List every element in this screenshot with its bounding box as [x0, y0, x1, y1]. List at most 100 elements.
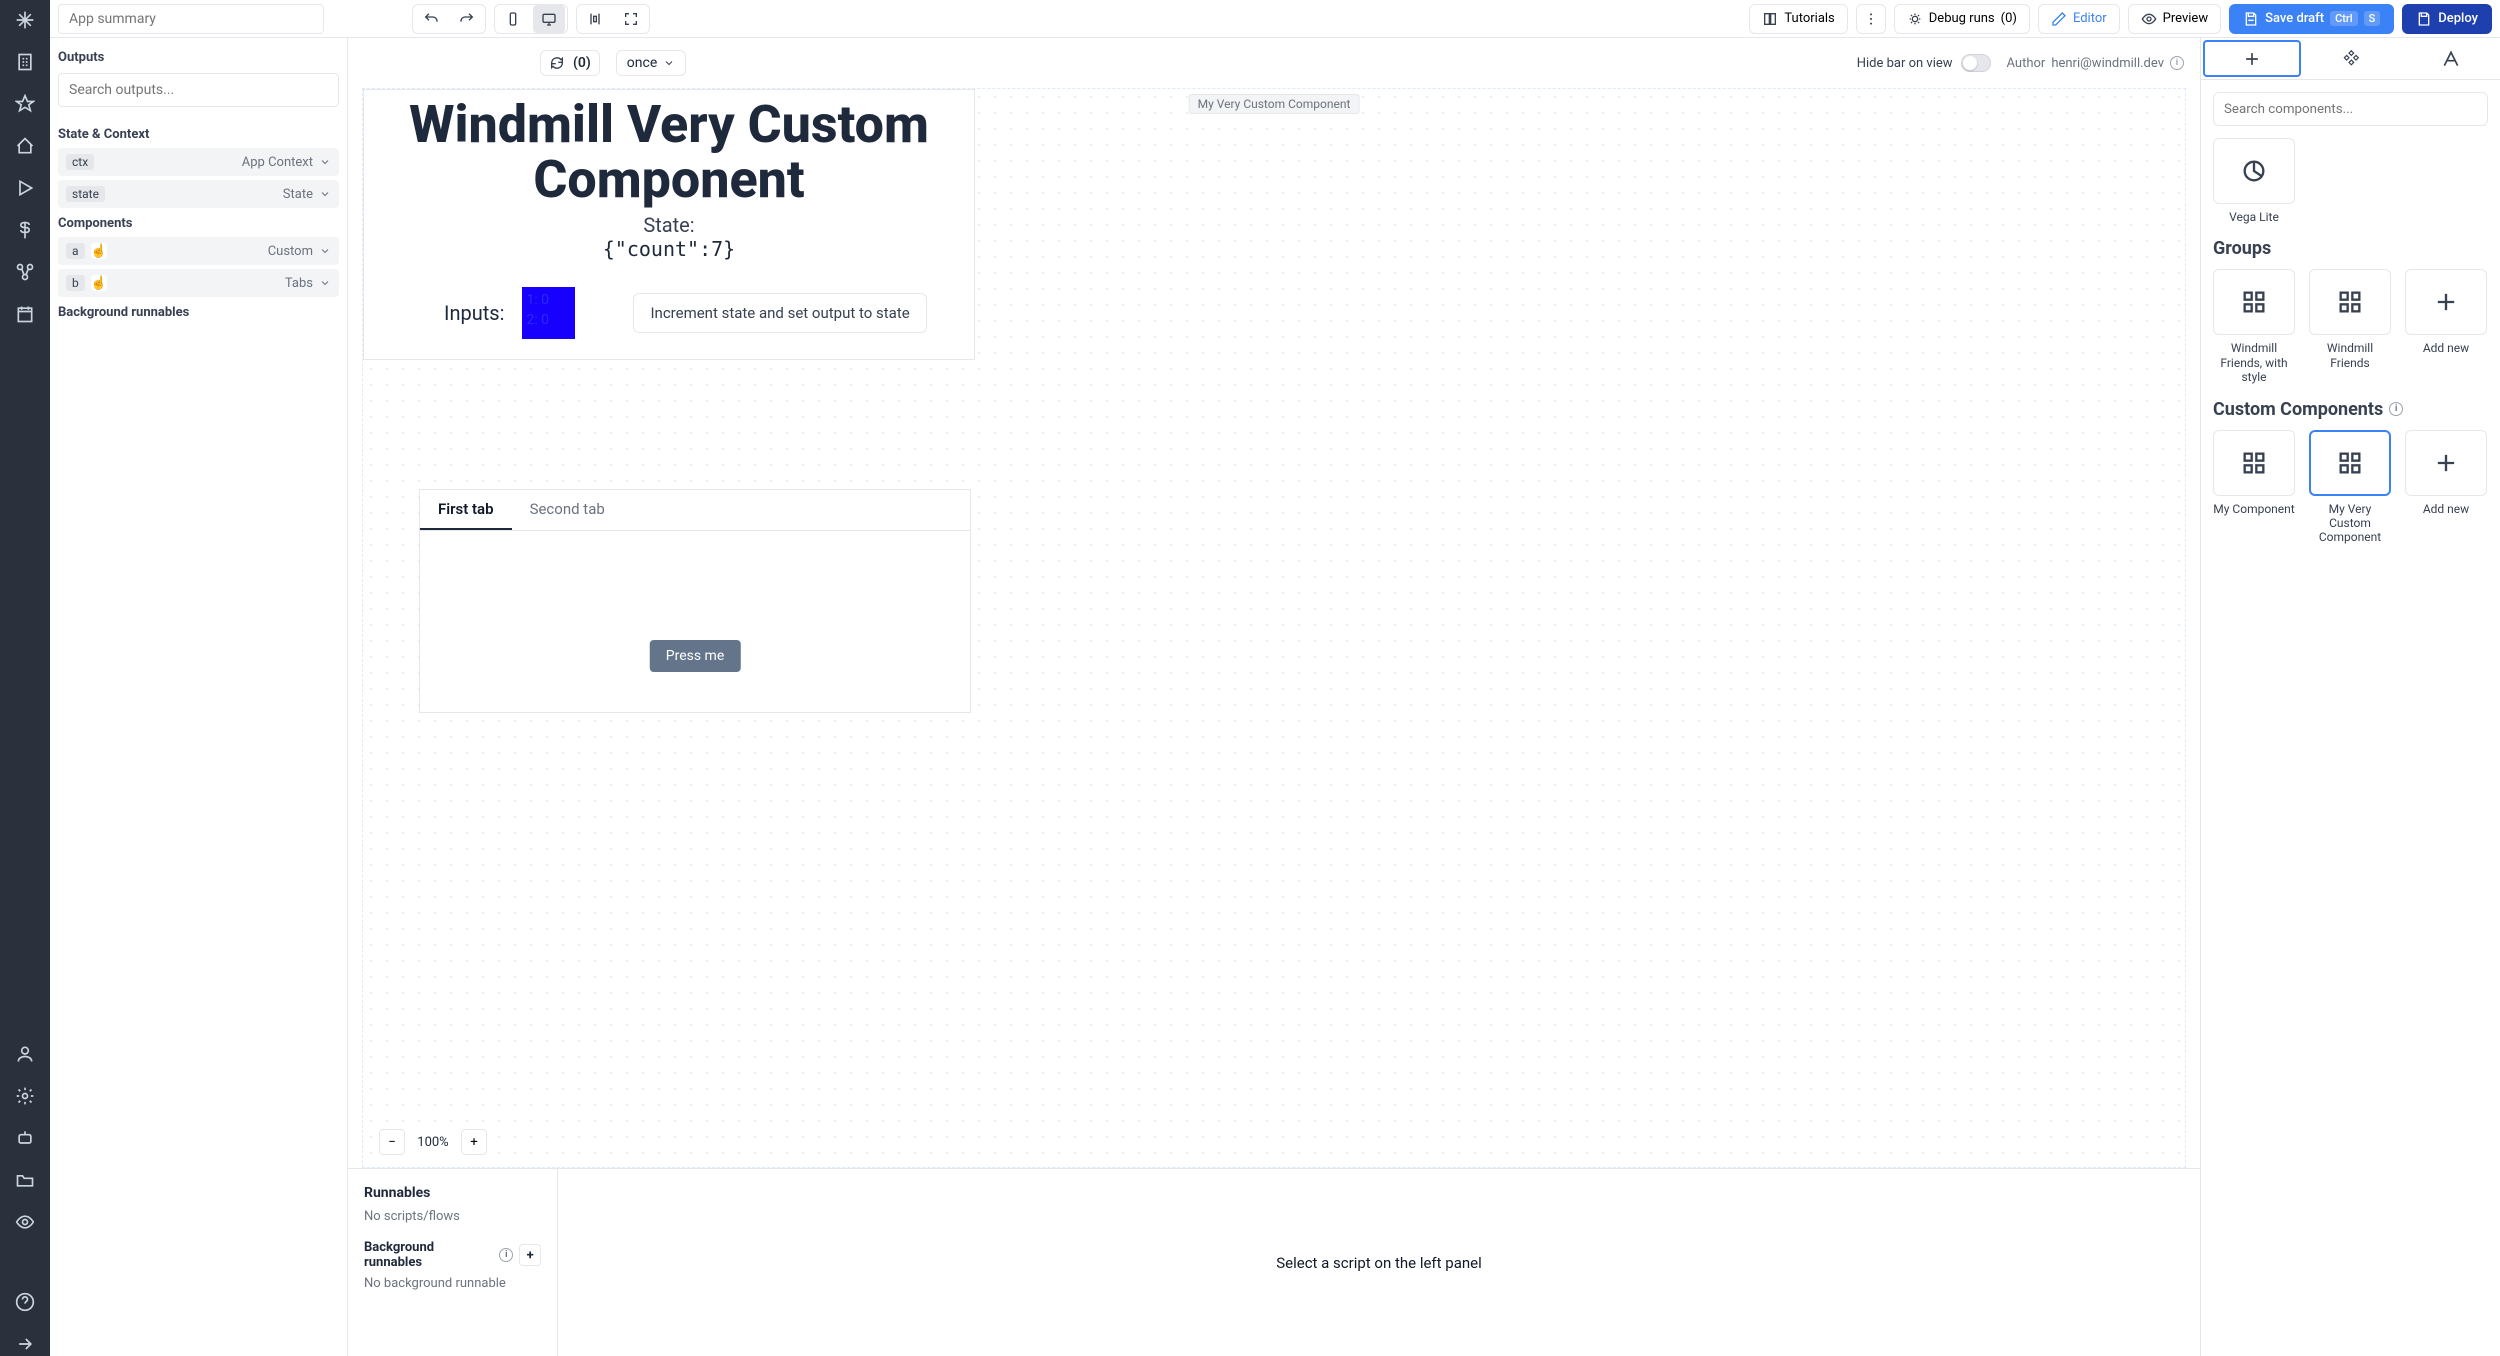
eye-icon[interactable]	[13, 1210, 37, 1234]
press-me-button[interactable]: Press me	[650, 640, 741, 672]
dollar-icon[interactable]	[13, 218, 37, 242]
bg-runnables-title: Background runnables	[364, 1240, 493, 1270]
logo-icon[interactable]	[13, 8, 37, 32]
home-icon[interactable]	[13, 134, 37, 158]
card-my-component[interactable]: My Component	[2213, 430, 2295, 545]
align-button[interactable]	[579, 5, 611, 33]
refresh-icon	[549, 55, 565, 71]
save-kbd-ctrl: Ctrl	[2330, 11, 2358, 26]
info-icon[interactable]: i	[2389, 402, 2403, 416]
pointer-icon: ☝	[91, 275, 107, 291]
deploy-button[interactable]: Deploy	[2402, 4, 2492, 34]
outputs-panel: Outputs State & Context ctx App Context …	[50, 38, 348, 1356]
box-line1: 1: 0	[526, 291, 571, 311]
card-add-custom-component[interactable]: Add new	[2405, 430, 2487, 545]
expand-icon[interactable]	[13, 1332, 37, 1356]
vega-lite-label: Vega Lite	[2229, 210, 2279, 224]
help-icon[interactable]	[13, 1290, 37, 1314]
add-bg-runnable-button[interactable]: +	[519, 1244, 541, 1266]
box-line2: 2: 0	[526, 311, 571, 331]
zoom-value: 100%	[413, 1135, 453, 1150]
undo-redo-group	[412, 4, 486, 34]
users-icon[interactable]	[13, 1042, 37, 1066]
deploy-label: Deploy	[2438, 11, 2478, 26]
calendar-icon[interactable]	[13, 302, 37, 326]
custom-components-heading: Custom Components	[2213, 399, 2383, 420]
building-icon[interactable]	[13, 50, 37, 74]
refresh-group[interactable]: (0)	[540, 50, 600, 76]
custom-comp-title: Windmill Very Custom Component	[384, 98, 954, 207]
runnables-panel: Runnables No scripts/flows Background ru…	[348, 1168, 2200, 1356]
state-row-ctx[interactable]: ctx App Context	[58, 148, 339, 176]
component-row-a[interactable]: a☝ Custom	[58, 237, 339, 265]
zoom-out-button[interactable]: −	[379, 1129, 405, 1155]
state-context-label: State & Context	[58, 127, 339, 142]
ctx-label: App Context	[242, 155, 313, 170]
tab-first[interactable]: First tab	[420, 490, 512, 530]
chevron-down-icon	[663, 57, 675, 69]
run-mode-select[interactable]: once	[616, 50, 686, 76]
folder-icon[interactable]	[13, 1168, 37, 1192]
mobile-view-button[interactable]	[497, 5, 529, 33]
play-icon[interactable]	[13, 176, 37, 200]
debug-runs-button[interactable]: Debug runs (0)	[1894, 4, 2030, 34]
preview-label: Preview	[2163, 11, 2208, 26]
card-group-windmill-friends-style[interactable]: Windmill Friends, with style	[2213, 269, 2295, 384]
tooltip-chip: My Very Custom Component	[1189, 94, 1360, 114]
editor-button[interactable]: Editor	[2038, 4, 2120, 34]
info-icon[interactable]: i	[2170, 56, 2184, 70]
components-search-input[interactable]	[2213, 92, 2488, 126]
runnables-title: Runnables	[364, 1185, 541, 1201]
card-my-very-custom-component[interactable]: My Very Custom Component	[2309, 430, 2391, 545]
save-kbd-s: S	[2364, 11, 2381, 26]
save-draft-label: Save draft	[2265, 11, 2324, 26]
fullscreen-button[interactable]	[615, 5, 647, 33]
pointer-icon: ☝	[91, 243, 107, 259]
my-component-label: My Component	[2213, 502, 2294, 516]
bot-icon[interactable]	[13, 1126, 37, 1150]
card-vega-lite[interactable]: Vega Lite	[2213, 138, 2295, 224]
preview-button[interactable]: Preview	[2128, 4, 2221, 34]
tutorials-button[interactable]: Tutorials	[1749, 4, 1847, 34]
rp-tab-components[interactable]	[2303, 38, 2401, 79]
viewport-group	[494, 4, 568, 34]
tab-second[interactable]: Second tab	[512, 490, 623, 530]
outputs-title: Outputs	[58, 50, 339, 65]
canvas[interactable]: Windmill Very Custom Component State: {"…	[362, 88, 2186, 1168]
chevron-down-icon	[319, 277, 331, 289]
outputs-search-input[interactable]	[58, 73, 339, 107]
zoom-in-button[interactable]: +	[461, 1129, 487, 1155]
info-icon[interactable]: i	[499, 1248, 513, 1262]
bg-runnables-empty: No background runnable	[364, 1276, 541, 1291]
nodes-icon[interactable]	[13, 260, 37, 284]
grp1-label: Windmill Friends, with style	[2213, 341, 2295, 384]
tabs-component[interactable]: First tab Second tab Press me	[419, 489, 971, 713]
increment-button[interactable]: Increment state and set output to state	[633, 293, 926, 333]
grp2-label: Windmill Friends	[2309, 341, 2391, 370]
hide-bar-toggle[interactable]	[1961, 54, 1991, 72]
debug-runs-label: Debug runs	[1929, 11, 1995, 26]
zoom-control: − 100% +	[377, 1127, 489, 1157]
runnables-empty: No scripts/flows	[364, 1209, 541, 1224]
card-add-group[interactable]: Add new	[2405, 269, 2487, 384]
hide-bar-toggle-group: Hide bar on view	[1857, 54, 1991, 72]
refresh-count: (0)	[573, 55, 591, 71]
components-label: Components	[58, 216, 339, 231]
rp-tab-style[interactable]	[2402, 38, 2500, 79]
undo-button[interactable]	[415, 5, 447, 33]
desktop-view-button[interactable]	[533, 5, 565, 33]
redo-button[interactable]	[451, 5, 483, 33]
left-rail	[0, 0, 50, 1356]
card-group-windmill-friends[interactable]: Windmill Friends	[2309, 269, 2391, 384]
custom-component-card[interactable]: Windmill Very Custom Component State: {"…	[363, 89, 975, 360]
right-panel: Vega Lite Groups Windmill Friends, with …	[2200, 38, 2500, 1356]
state-label: State	[283, 187, 313, 202]
component-row-b[interactable]: b☝ Tabs	[58, 269, 339, 297]
app-summary-input[interactable]	[58, 4, 324, 34]
star-icon[interactable]	[13, 92, 37, 116]
save-draft-button[interactable]: Save draft Ctrl S	[2229, 4, 2394, 34]
state-row-state[interactable]: state State	[58, 180, 339, 208]
gear-icon[interactable]	[13, 1084, 37, 1108]
rp-tab-add[interactable]	[2203, 40, 2301, 77]
more-button[interactable]	[1856, 4, 1886, 34]
